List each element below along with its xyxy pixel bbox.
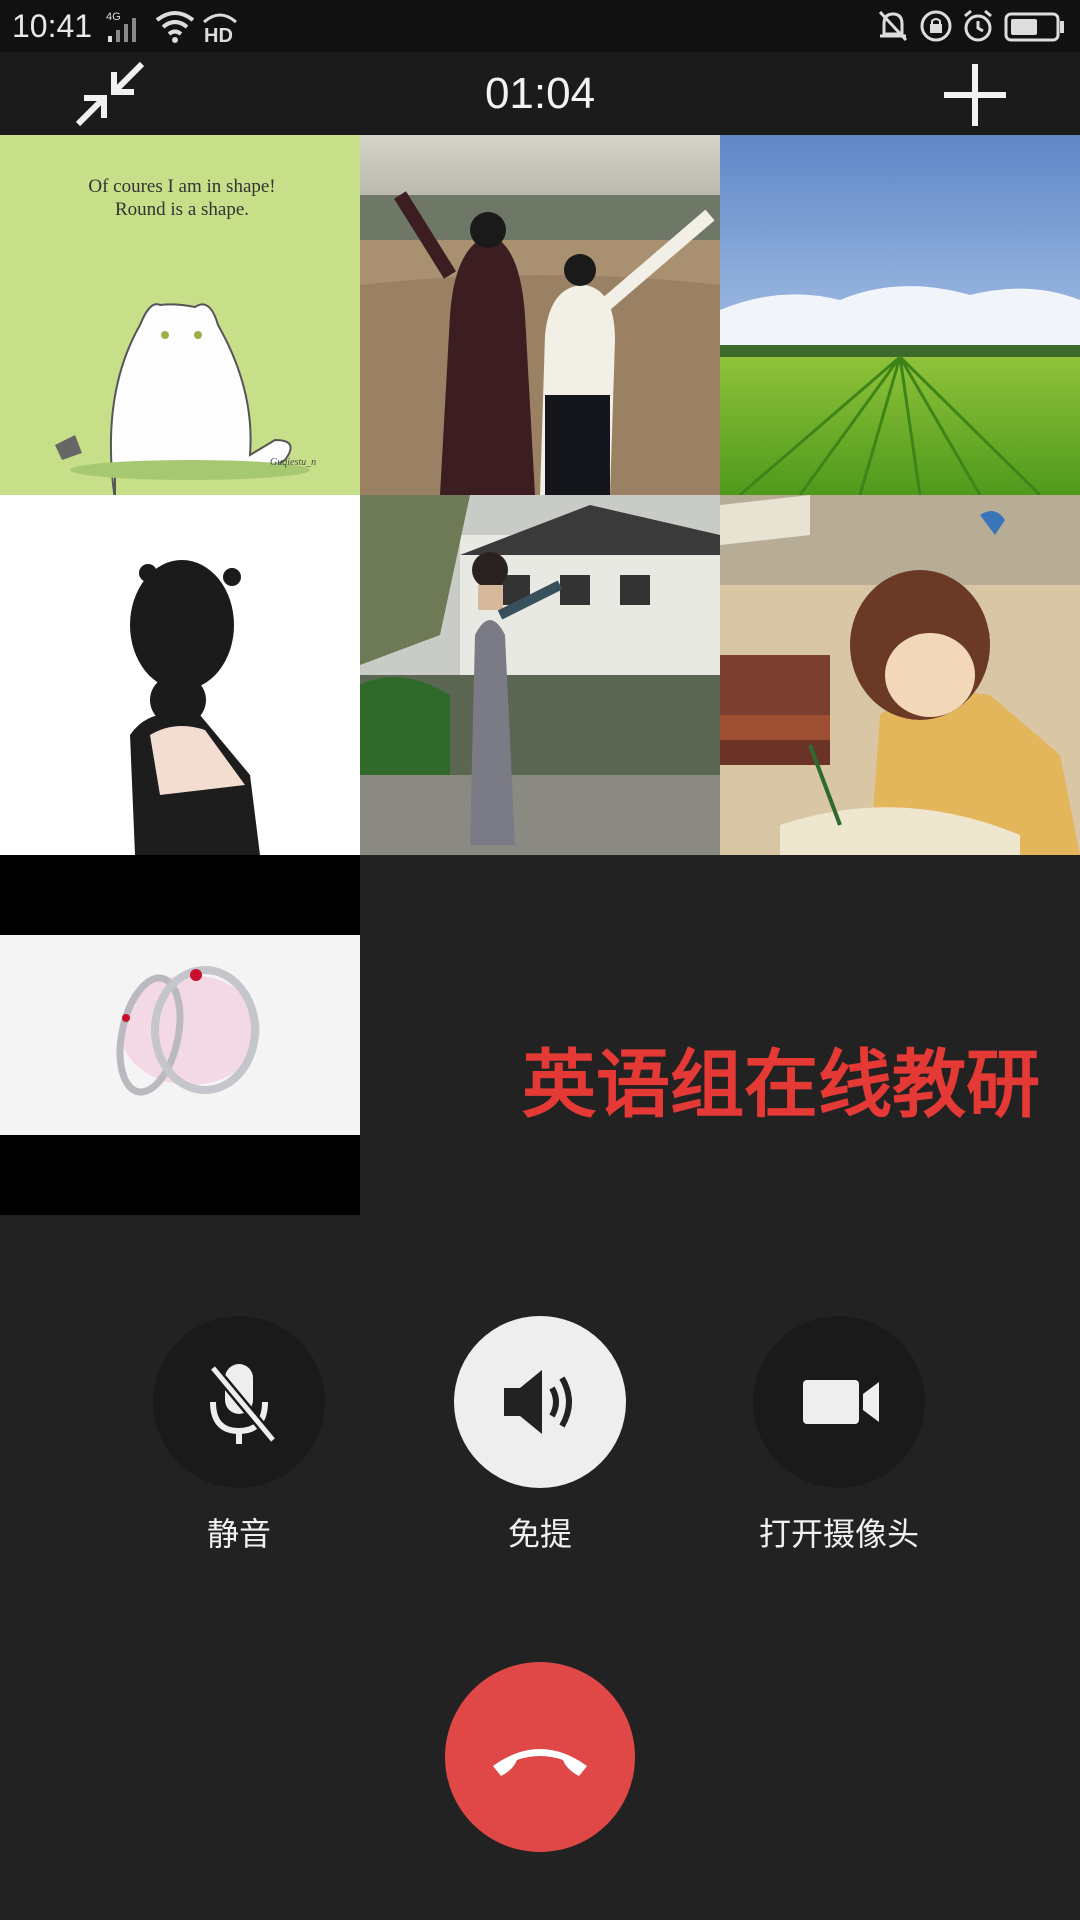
status-time: 10:41	[12, 8, 93, 44]
notifications-muted-icon	[876, 8, 910, 48]
camera-label: 打开摄像头	[758, 1515, 919, 1553]
avatar-signature: Guqiestu_n	[270, 457, 316, 468]
meeting-title: 英语组在线教研	[522, 1042, 1040, 1128]
mute-button[interactable]	[153, 1316, 325, 1488]
network-label: 4G	[106, 11, 121, 23]
call-header: 01:04	[0, 52, 1080, 135]
participant-tile-5[interactable]	[360, 495, 720, 855]
avatar-caption-line1: Of coures I am in shape!	[88, 176, 275, 197]
cartoon-cat-avatar: Of coures I am in shape! Round is a shap…	[0, 135, 360, 495]
speaker-icon	[504, 1370, 572, 1434]
participant-tile-4[interactable]	[0, 495, 360, 855]
mute-label: 静音	[206, 1515, 271, 1553]
microphone-muted-icon	[209, 1364, 277, 1444]
alarm-icon	[960, 8, 996, 48]
avatar-caption-line2: Round is a shape.	[115, 199, 249, 220]
wifi-icon	[154, 8, 196, 48]
add-participant-button[interactable]	[940, 60, 1010, 130]
phone-hangup-icon	[493, 1749, 587, 1776]
hd-voice-icon: HD	[200, 8, 240, 48]
green-fields-avatar	[720, 135, 1080, 495]
participant-tile-7[interactable]	[0, 855, 360, 1215]
status-bar: 10:41 4G HD	[0, 0, 1080, 52]
rotation-lock-icon	[918, 8, 954, 48]
call-timer: 01:04	[484, 69, 596, 118]
battery-icon	[1004, 8, 1066, 48]
speaker-label: 免提	[507, 1515, 572, 1553]
participant-tile-2[interactable]	[360, 135, 720, 495]
participant-tile-6[interactable]	[720, 495, 1080, 855]
girl-illustration-avatar	[0, 495, 360, 855]
hd-label: HD	[204, 25, 233, 44]
speaker-button[interactable]	[454, 1316, 626, 1488]
plus-icon	[944, 64, 1006, 126]
rings-photo-avatar	[0, 855, 360, 1215]
video-camera-icon	[803, 1380, 879, 1424]
canal-photo-avatar	[360, 495, 720, 855]
participant-tile-1[interactable]: Of coures I am in shape! Round is a shap…	[0, 135, 360, 495]
participant-tile-3[interactable]	[720, 135, 1080, 495]
camera-button[interactable]	[753, 1316, 925, 1488]
field-photo-avatar	[360, 135, 720, 495]
hang-up-button[interactable]	[445, 1662, 635, 1852]
anime-girl-avatar	[720, 495, 1080, 855]
signal-icon: 4G	[104, 8, 144, 48]
